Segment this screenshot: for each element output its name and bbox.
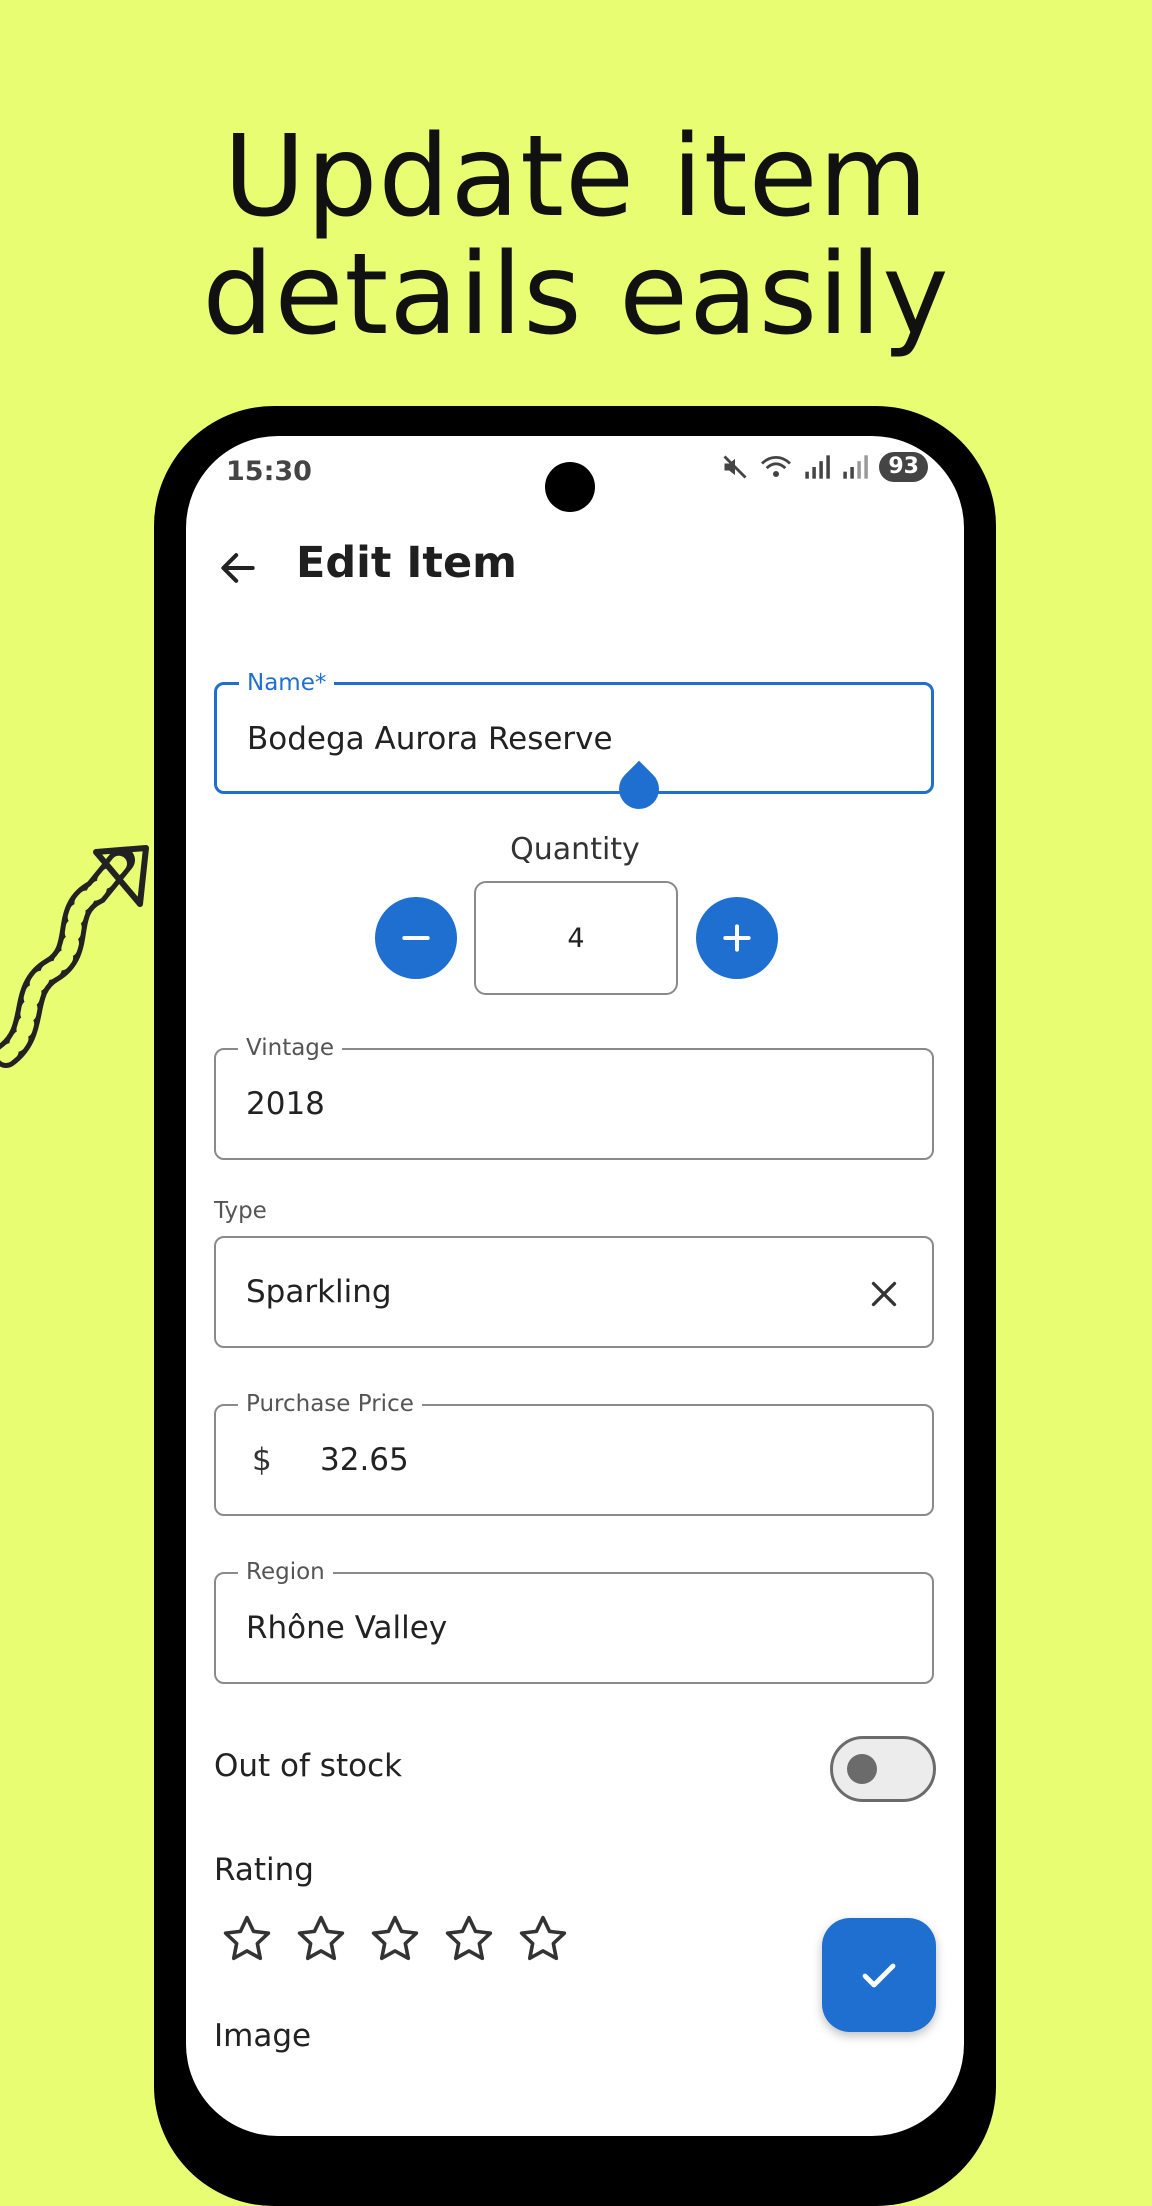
image-label: Image [214,2018,312,2054]
squiggle-arrow-icon [0,845,149,1068]
rating-stars [220,1912,570,1966]
purchase-price-label: Purchase Price [238,1391,422,1417]
region-field-label: Region [238,1559,333,1585]
camera-hole [545,462,595,512]
increment-button[interactable] [696,897,778,979]
name-field-value: Bodega Aurora Reserve [247,721,613,757]
headline-line-1: Update item [223,112,929,242]
page-title: Edit Item [296,538,517,588]
purchase-price-value: 32.65 [320,1442,409,1478]
type-dropdown[interactable]: Sparkling [214,1236,934,1348]
type-label: Type [214,1198,267,1224]
close-icon[interactable] [866,1276,902,1312]
arrow-left-icon[interactable] [216,546,260,590]
text-cursor-handle[interactable] [610,760,668,818]
star-outline-icon[interactable] [368,1912,422,1966]
rating-label: Rating [214,1852,314,1888]
mute-icon [723,455,747,479]
save-button[interactable] [822,1918,936,2032]
star-outline-icon[interactable] [220,1912,274,1966]
vintage-field-label: Vintage [238,1035,343,1061]
currency-prefix: $ [252,1442,272,1478]
out-of-stock-toggle[interactable] [830,1736,936,1802]
check-icon [862,1963,896,1988]
vintage-field-value: 2018 [246,1086,325,1122]
toggle-knob [847,1754,877,1784]
battery-badge: 93 [879,452,928,482]
name-field-label: Name* [239,670,335,696]
region-field-value: Rhône Valley [246,1610,448,1646]
promo-headline: Update item details easily [0,118,1152,354]
star-outline-icon[interactable] [442,1912,496,1966]
quantity-label: Quantity [510,832,640,867]
signal-icon [805,455,831,479]
star-outline-icon[interactable] [516,1912,570,1966]
vintage-field[interactable]: Vintage 2018 [214,1035,934,1160]
minus-icon [402,936,430,940]
wifi-icon [761,455,792,478]
quantity-input[interactable]: 4 [474,881,678,995]
headline-line-2: details easily [202,230,950,360]
status-time: 15:30 [226,456,312,487]
status-icons: 93 [721,452,928,482]
quantity-value: 4 [567,922,585,954]
plus-icon [723,924,751,952]
purchase-price-field[interactable]: Purchase Price $ 32.65 [214,1391,934,1516]
signal-2-icon [843,455,869,479]
phone-screen: 15:30 93 Edit Item Name* Bodega Aurora R… [186,436,964,2136]
type-value: Sparkling [246,1274,392,1310]
star-outline-icon[interactable] [294,1912,348,1966]
region-field[interactable]: Region Rhône Valley [214,1559,934,1684]
out-of-stock-label: Out of stock [214,1748,403,1784]
name-field[interactable]: Name* Bodega Aurora Reserve [214,670,934,818]
decrement-button[interactable] [375,897,457,979]
